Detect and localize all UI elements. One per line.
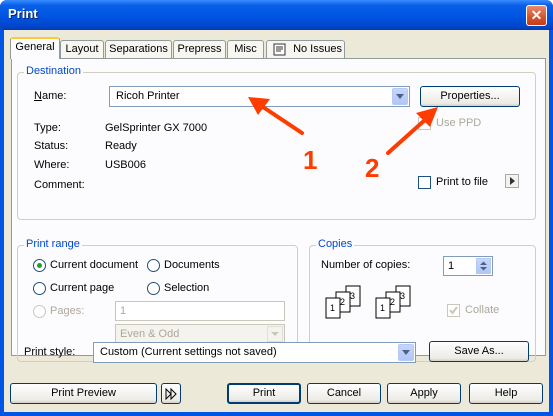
print-dialog: Print ✕ General Layout Separations Prepr…	[0, 0, 553, 416]
selection-label: Selection	[164, 282, 210, 294]
help-button[interactable]: Help	[469, 383, 543, 404]
type-value: GelSprinter GX 7000	[105, 122, 208, 134]
print-style-select[interactable]: Custom (Current settings not saved)	[93, 342, 416, 363]
type-label: Type:	[34, 122, 61, 134]
tab-misc[interactable]: Misc	[227, 40, 264, 58]
copies-group-label: Copies	[316, 238, 355, 250]
current-page-label: Current page	[50, 282, 115, 294]
play-arrow-icon	[510, 177, 515, 185]
tab-separations[interactable]: Separations	[105, 40, 172, 58]
window-title: Print	[8, 6, 38, 21]
current-document-radio[interactable]	[33, 259, 46, 272]
current-document-label: Current document	[50, 259, 139, 271]
expand-arrow-button[interactable]	[505, 174, 519, 188]
annotation-arrow-1	[248, 97, 304, 135]
svg-text:3: 3	[400, 291, 405, 301]
printer-name-value: Ricoh Printer	[116, 90, 180, 102]
destination-group: Destination Name: Ricoh Printer Properti…	[17, 65, 536, 220]
spinner-arrows-icon[interactable]	[476, 258, 491, 274]
chevron-down-icon[interactable]	[267, 326, 283, 342]
documents-radio[interactable]	[147, 259, 160, 272]
print-button[interactable]: Print	[227, 383, 301, 404]
page-subset-select[interactable]: Even & Odd	[115, 324, 285, 344]
pages-input[interactable]: 1	[115, 301, 285, 321]
print-style-value: Custom (Current settings not saved)	[100, 346, 277, 358]
apply-button[interactable]: Apply	[387, 383, 461, 404]
general-tab-panel: Destination Name: Ricoh Printer Properti…	[11, 58, 546, 362]
svg-text:2: 2	[340, 297, 345, 307]
fast-forward-button[interactable]	[161, 383, 181, 404]
svg-text:1: 1	[330, 303, 335, 313]
status-label: Status:	[34, 140, 69, 152]
svg-text:3: 3	[350, 291, 355, 301]
chevron-down-icon[interactable]	[398, 344, 414, 361]
where-value: USB006	[105, 159, 146, 171]
destination-group-label: Destination	[24, 65, 84, 77]
pages-radio[interactable]	[33, 305, 46, 318]
close-button[interactable]: ✕	[526, 5, 547, 26]
current-page-radio[interactable]	[33, 282, 46, 295]
tab-prepress[interactable]: Prepress	[173, 40, 226, 58]
annotation-label-2: 2	[365, 153, 380, 183]
where-label: Where:	[34, 159, 70, 171]
collated-pages-icon: 3 2 1 3 2 1	[325, 285, 411, 319]
page-subset-value: Even & Odd	[120, 328, 180, 340]
print-to-file-label: Print to file	[436, 176, 488, 188]
collate-checkbox[interactable]	[447, 304, 460, 317]
pages-label: Pages:	[50, 305, 85, 317]
pages-input-value: 1	[120, 305, 127, 317]
tab-no-issues[interactable]: No Issues	[266, 40, 345, 58]
status-value: Ready	[105, 140, 137, 152]
annotation-label-1: 1	[303, 145, 318, 175]
copies-value: 1	[448, 260, 455, 272]
svg-text:2: 2	[390, 297, 395, 307]
save-as-button[interactable]: Save As...	[429, 341, 529, 362]
svg-text:1: 1	[380, 303, 385, 313]
tab-no-issues-label: No Issues	[293, 43, 342, 55]
documents-label: Documents	[164, 259, 220, 271]
title-bar[interactable]: Print ✕	[0, 0, 553, 30]
print-preview-button[interactable]: Print Preview	[10, 383, 157, 404]
tab-layout[interactable]: Layout	[60, 40, 104, 58]
comment-label: Comment:	[34, 179, 85, 191]
print-style-label: Print style:	[24, 346, 76, 358]
annotation-arrow-2	[386, 107, 438, 155]
collate-label: Collate	[465, 304, 500, 316]
selection-radio[interactable]	[147, 282, 160, 295]
tab-general[interactable]: General	[10, 37, 60, 59]
dialog-client: General Layout Separations Prepress Misc…	[4, 30, 549, 412]
fast-forward-icon	[165, 387, 177, 401]
number-of-copies-label: Number of copies:	[321, 259, 411, 271]
cancel-button[interactable]: Cancel	[307, 383, 381, 404]
print-range-group-label: Print range	[24, 238, 82, 250]
print-to-file-checkbox[interactable]	[418, 176, 431, 189]
copies-spinner[interactable]: 1	[443, 256, 493, 276]
name-label: Name:	[34, 90, 67, 102]
